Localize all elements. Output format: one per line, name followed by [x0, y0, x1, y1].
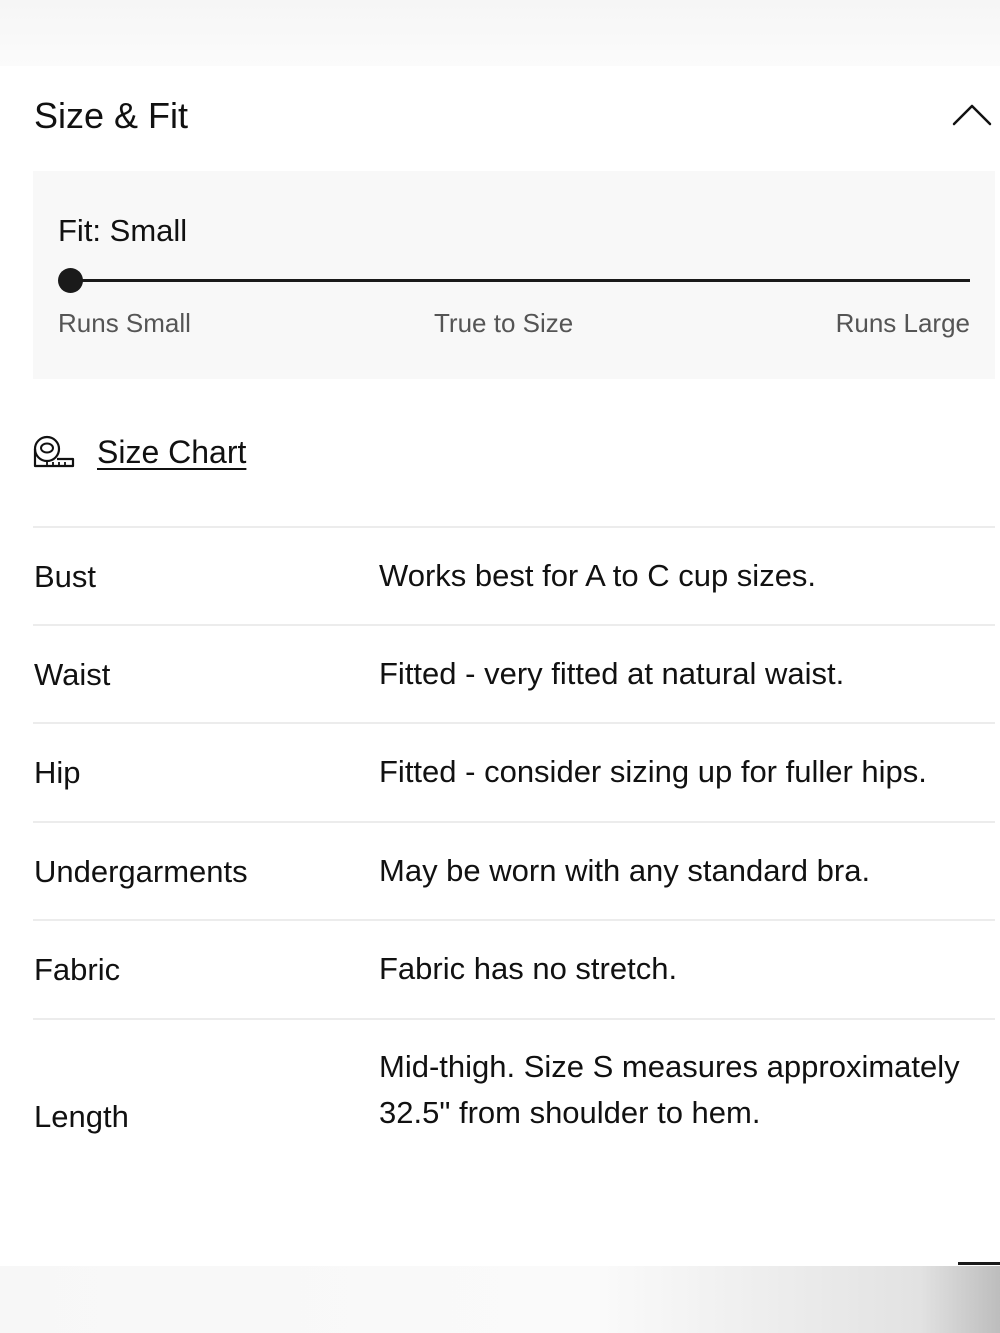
bottom-strip: [0, 1266, 1000, 1333]
section-title: Size & Fit: [34, 95, 189, 136]
fit-scale-runs-small: Runs Small: [58, 308, 191, 338]
fit-row-fabric: Fabric Fabric has no stretch.: [33, 919, 995, 1018]
fit-label: Fit: Small: [58, 213, 188, 248]
collapse-toggle[interactable]: [948, 96, 996, 132]
row-label: Hip: [34, 755, 81, 790]
row-value: Fitted - consider sizing up for fuller h…: [379, 754, 927, 789]
fit-details-table: Bust Works best for A to C cup sizes. Wa…: [33, 526, 995, 1208]
fit-row-hip: Hip Fitted - consider sizing up for full…: [33, 722, 995, 821]
fit-scale-track: [70, 279, 970, 282]
fit-row-undergarments: Undergarments May be worn with any stand…: [33, 821, 995, 919]
row-label: Length: [34, 1099, 129, 1134]
row-value: Fitted - very fitted at natural waist.: [379, 656, 845, 691]
fit-row-length: Length Mid-thigh. Size S measures approx…: [33, 1018, 995, 1208]
fit-panel: Fit: Small Runs Small True to Size Runs …: [33, 171, 995, 379]
fit-scale-marker: [57, 268, 83, 293]
row-value: May be worn with any standard bra.: [379, 853, 871, 888]
top-strip: [0, 0, 1000, 66]
bottom-divider-mark: [958, 1262, 1000, 1265]
chevron-up-icon: [952, 104, 992, 126]
fit-scale-runs-large: Runs Large: [835, 308, 970, 338]
row-label: Bust: [34, 559, 97, 594]
row-value: Mid-thigh. Size S measures approximately…: [379, 1049, 960, 1130]
measuring-tape-icon: [33, 435, 75, 468]
row-label: Fabric: [34, 952, 121, 987]
size-chart-label: Size Chart: [97, 434, 247, 470]
row-value: Fabric has no stretch.: [379, 951, 678, 986]
size-chart-link[interactable]: Size Chart: [33, 432, 246, 472]
row-value: Works best for A to C cup sizes.: [379, 558, 817, 593]
row-label: Waist: [34, 657, 111, 692]
fit-row-bust: Bust Works best for A to C cup sizes.: [33, 526, 995, 624]
fit-scale-true-to-size: True to Size: [434, 308, 574, 338]
fit-row-waist: Waist Fitted - very fitted at natural wa…: [33, 624, 995, 722]
row-label: Undergarments: [34, 854, 248, 889]
